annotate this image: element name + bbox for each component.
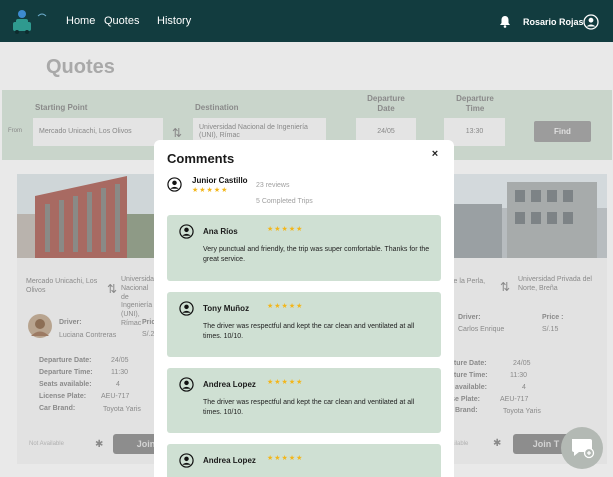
favorite-icon[interactable]: ✱ — [95, 439, 103, 450]
departure-time-label: Departure Time — [456, 94, 494, 113]
driver-name: Carlos Enrique — [458, 326, 505, 333]
departure-time-label: Departure Time: — [39, 369, 93, 376]
car-brand-label: Car Brand: — [39, 405, 76, 412]
driver-avatar — [28, 314, 52, 338]
page-title: Quotes — [46, 56, 115, 78]
seats-label: Seats available: — [39, 381, 92, 388]
driver-name: Junior Castillo — [192, 176, 248, 185]
license-plate-label: License Plate: — [39, 393, 87, 400]
comment-card: Andrea Lopez ★★★★★ The driver was respec… — [167, 368, 441, 433]
license-plate-value: AEU-717 — [500, 396, 529, 403]
price-value: S/.2 — [142, 331, 155, 338]
departure-time-value: 11:30 — [111, 369, 128, 376]
review-count: 23 reviews — [256, 182, 290, 189]
availability-text: Not Available — [29, 441, 64, 447]
departure-date-label: Departure Date — [367, 94, 405, 113]
swap-icon: ⇅ — [107, 282, 118, 296]
chat-bubble-icon — [572, 439, 595, 459]
seats-value: 4 — [522, 384, 526, 391]
comment-text: The driver was respectful and kept the c… — [203, 399, 415, 417]
from-label: From — [8, 128, 22, 134]
departure-time-input[interactable]: 13:30 — [444, 118, 505, 146]
starting-point-label: Starting Point — [35, 103, 88, 112]
comment-text: The driver was respectful and kept the c… — [203, 323, 415, 341]
departure-date-value: 24/05 — [111, 357, 129, 364]
commenter-name: Andrea Lopez — [203, 380, 256, 389]
comment-rating-stars: ★★★★★ — [267, 303, 304, 310]
favorite-icon[interactable]: ✱ — [493, 438, 501, 449]
nav-quotes-link[interactable]: Quotes — [104, 15, 139, 27]
trip-card[interactable]: le la Perla, ⇅ Universidad Privada del N… — [427, 174, 607, 464]
comment-rating-stars: ★★★★★ — [267, 226, 304, 233]
destination-text: Universidad Privada del Norte, Breña — [518, 276, 592, 292]
user-avatar-icon — [179, 377, 194, 392]
origin-text: le la Perla, — [452, 278, 486, 285]
driver-avatar-icon — [167, 177, 182, 192]
nav-home-link[interactable]: Home — [66, 15, 95, 27]
driver-label: Driver: — [59, 319, 82, 326]
comments-modal: Comments × Junior Castillo ★★★★★ 23 revi… — [154, 140, 454, 477]
origin-text: Mercado Unicachi, Los Olivos — [26, 278, 98, 294]
seats-value: 4 — [116, 381, 120, 388]
price-value: S/.15 — [542, 326, 559, 333]
comment-card: Tony Muñoz ★★★★★ The driver was respectf… — [167, 292, 441, 357]
chat-button[interactable] — [561, 427, 603, 469]
swap-icon: ⇅ — [500, 280, 511, 294]
license-plate-value: AEU-717 — [101, 393, 130, 400]
price-label: Price : — [542, 314, 564, 321]
user-avatar-icon — [179, 224, 194, 239]
user-avatar-icon — [179, 453, 194, 468]
car-location-logo-icon[interactable] — [10, 6, 50, 36]
modal-title: Comments — [167, 151, 235, 166]
starting-point-input[interactable]: Mercado Unicachi, Los Olivos — [33, 118, 163, 146]
departure-date-label: Departure Date: — [39, 357, 92, 364]
university-building-photo — [427, 174, 607, 258]
driver-rating-stars: ★★★★★ — [192, 187, 229, 194]
comment-text: Very punctual and friendly, the trip was… — [203, 246, 430, 264]
commenter-name: Ana Ríos — [203, 227, 238, 236]
user-avatar-icon[interactable] — [583, 14, 599, 30]
user-avatar-icon — [179, 301, 194, 316]
completed-trips: 5 Completed Trips — [256, 198, 313, 205]
comment-card: Ana Ríos ★★★★★ Very punctual and friendl… — [167, 215, 441, 281]
destination-label: Destination — [195, 103, 239, 112]
car-brand-value: Toyota Yaris — [103, 406, 141, 413]
nav-history-link[interactable]: History — [157, 15, 191, 27]
driver-label: Driver: — [458, 314, 481, 321]
top-navbar: Home Quotes History Rosario Rojas — [0, 0, 613, 42]
departure-date-value: 24/05 — [513, 360, 531, 367]
commenter-name: Tony Muñoz — [203, 304, 250, 313]
driver-name: Luciana Contreras — [59, 332, 117, 339]
commenter-name: Andrea Lopez — [203, 456, 256, 465]
car-brand-label: Brand: — [455, 407, 478, 414]
user-name[interactable]: Rosario Rojas — [523, 17, 584, 27]
comment-rating-stars: ★★★★★ — [267, 455, 304, 462]
swap-icon[interactable]: ⇅ — [172, 126, 182, 140]
departure-time-value: 11:30 — [510, 372, 527, 379]
car-brand-value: Toyota Yaris — [503, 408, 541, 415]
comment-card: Andrea Lopez ★★★★★ — [167, 444, 441, 477]
find-button[interactable]: Find — [534, 121, 591, 142]
close-icon[interactable]: × — [429, 148, 441, 160]
bell-icon[interactable] — [499, 15, 511, 28]
comment-rating-stars: ★★★★★ — [267, 379, 304, 386]
